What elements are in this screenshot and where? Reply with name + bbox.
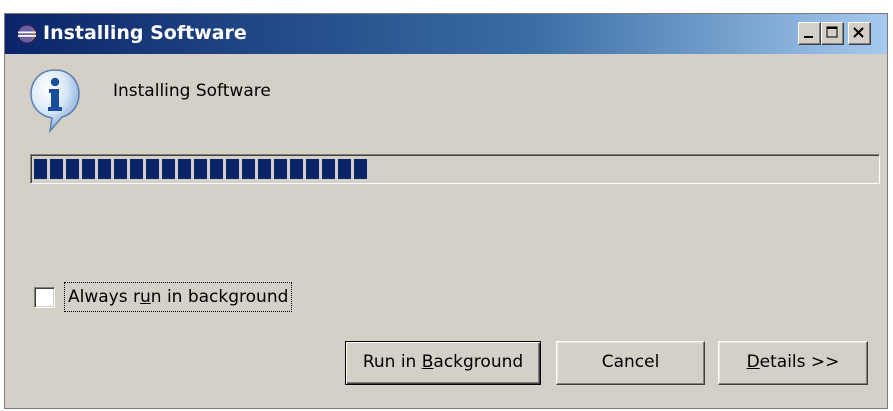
cancel-button[interactable]: Cancel <box>556 341 705 385</box>
button-label-part: ackground <box>433 352 524 372</box>
status-message: Installing Software <box>113 81 271 101</box>
progress-bar <box>30 154 880 184</box>
maximize-button[interactable] <box>821 22 844 45</box>
button-label-part: etails >> <box>759 352 840 372</box>
info-icon <box>30 69 80 134</box>
progress-fill <box>34 159 367 179</box>
minimize-button[interactable] <box>798 22 821 45</box>
always-background-label[interactable]: Always run in background <box>64 282 293 312</box>
label-mnemonic: u <box>139 287 151 307</box>
button-label-mnemonic: D <box>746 352 760 372</box>
label-part: n in background <box>150 287 289 307</box>
details-button[interactable]: Details >> <box>718 341 868 385</box>
eclipse-icon <box>17 24 37 44</box>
minimize-icon <box>804 36 813 38</box>
window-title: Installing Software <box>43 22 247 44</box>
button-label-part: Run in <box>362 352 422 372</box>
maximize-icon <box>826 26 838 38</box>
always-background-checkbox[interactable] <box>34 287 55 308</box>
title-bar[interactable]: Installing Software <box>5 14 887 54</box>
run-in-background-button[interactable]: Run in Background <box>345 341 541 385</box>
button-label-mnemonic: B <box>421 352 434 372</box>
close-button[interactable] <box>848 22 871 45</box>
button-label: Cancel <box>601 352 660 372</box>
label-part: Always r <box>68 287 140 307</box>
close-icon <box>853 27 864 38</box>
installing-software-dialog: Installing Software Installing Software … <box>4 13 888 409</box>
